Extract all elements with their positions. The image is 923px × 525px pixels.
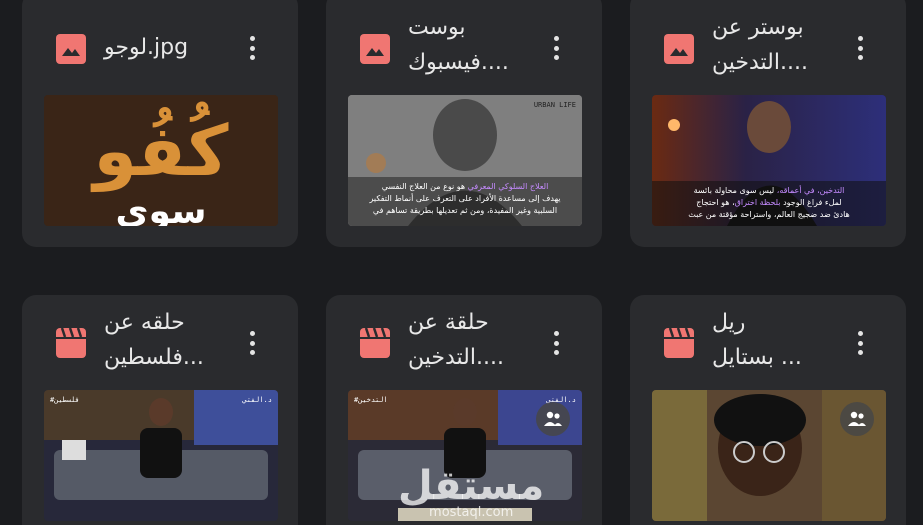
file-title: لوجو.jpg [104, 35, 189, 60]
thumb-corner-text: URBAN LIFE [533, 101, 576, 109]
card-header: حلقه عن فلسطين... [22, 295, 298, 393]
logo-subtext: سوى [116, 191, 207, 226]
clapperboard-icon [664, 328, 694, 358]
thumb-overlay-text: التدخين، في أعماقه، ليس سوى محاولة بائسة… [688, 186, 850, 219]
more-options-icon[interactable] [546, 31, 566, 65]
file-thumbnail[interactable]: كُفُو سوى [44, 95, 278, 226]
file-thumbnail[interactable]: URBAN LIFE العلاج السلوكي المعرفي هو نوع… [348, 95, 582, 226]
file-title: بوست فيسبوك.... [408, 15, 509, 75]
clapperboard-icon [360, 328, 390, 358]
card-header: بوستر عن التدخين.... [630, 0, 906, 90]
watermark-arabic: مستقل [398, 463, 545, 509]
file-card-smoking-poster[interactable]: بوستر عن التدخين.... التدخين، في أعماقه،… [630, 0, 906, 247]
watermark: مستقل mostaql.com [398, 466, 544, 520]
file-card-palestine-episode[interactable]: حلقه عن فلسطين... #فلسطين د.الفتي [22, 295, 298, 525]
card-header: لوجو.jpg [22, 0, 298, 90]
more-options-icon[interactable] [546, 326, 566, 360]
more-options-icon[interactable] [242, 31, 262, 65]
image-icon [360, 34, 390, 64]
thumb-tag-right: د.الفتي [242, 396, 272, 404]
image-icon [664, 34, 694, 64]
clapperboard-icon [56, 328, 86, 358]
file-card-logo[interactable]: لوجو.jpg كُفُو سوى [22, 0, 298, 247]
file-title: ريل بستايل ... [712, 310, 802, 370]
file-title: حلقة عن التدخين.... [408, 310, 504, 370]
file-thumbnail[interactable]: التدخين، في أعماقه، ليس سوى محاولة بائسة… [652, 95, 886, 226]
file-card-reel[interactable]: ريل بستايل ... [630, 295, 906, 525]
file-thumbnail[interactable]: #فلسطين د.الفتي [44, 390, 278, 521]
file-card-facebook-post[interactable]: بوست فيسبوك.... URBAN LIFE العلاج السلوك… [326, 0, 602, 247]
thumb-overlay-text: العلاج السلوكي المعرفي هو نوع من العلاج … [369, 182, 561, 215]
logo-text: كُفُو [91, 101, 229, 192]
file-grid: لوجو.jpg كُفُو سوى بوست فيسبوك.... URBAN… [0, 0, 923, 525]
people-icon [536, 402, 570, 436]
more-options-icon[interactable] [850, 326, 870, 360]
people-icon [840, 402, 874, 436]
thumb-tag-left: #التدخين [354, 396, 388, 404]
image-icon [56, 34, 86, 64]
file-title: بوستر عن التدخين.... [712, 15, 808, 75]
card-header: حلقة عن التدخين.... [326, 295, 602, 393]
more-options-icon[interactable] [242, 326, 262, 360]
thumb-tag-left: #فلسطين [50, 396, 80, 404]
more-options-icon[interactable] [850, 31, 870, 65]
card-header: ريل بستايل ... [630, 295, 906, 393]
card-header: بوست فيسبوك.... [326, 0, 602, 90]
file-title: حلقه عن فلسطين... [104, 310, 204, 370]
file-thumbnail[interactable] [652, 390, 886, 521]
